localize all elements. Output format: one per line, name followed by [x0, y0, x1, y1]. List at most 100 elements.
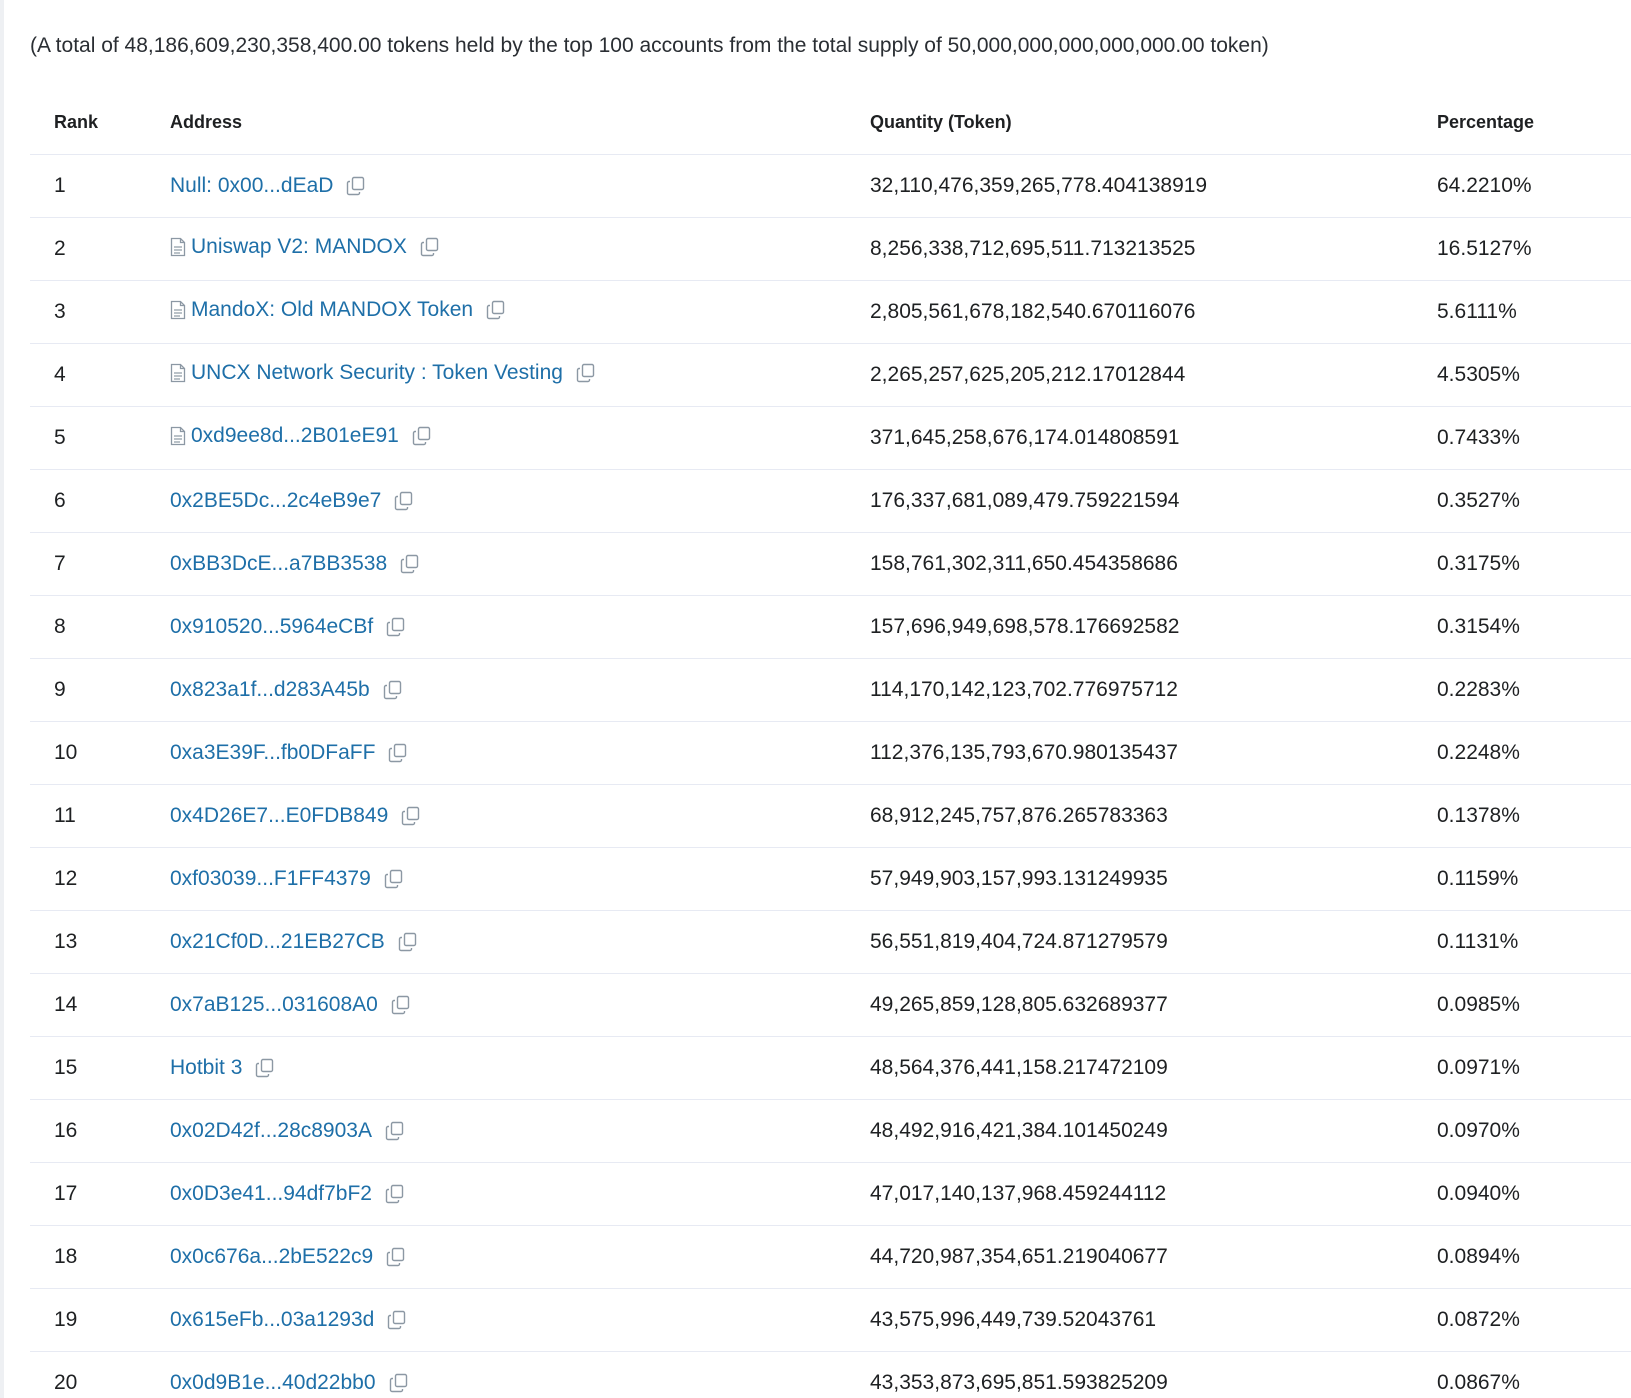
rank-cell: 1 — [30, 154, 170, 218]
copy-icon[interactable] — [575, 362, 597, 384]
copy-icon[interactable] — [390, 994, 412, 1016]
token-holders-page: (A total of 48,186,609,230,358,400.00 to… — [0, 0, 1631, 1398]
header-percentage: Percentage — [1437, 90, 1631, 155]
rank-cell: 15 — [30, 1036, 170, 1100]
quantity-cell: 48,564,376,441,158.217472109 — [870, 1036, 1437, 1100]
table-row: 9 0x823a1f...d283A45b 114,170,142,123,702.… — [30, 658, 1631, 722]
address-link[interactable]: 0x910520...5964eCBf — [170, 615, 373, 639]
table-row: 15 Hotbit 3 48,564,376,441,158.217472109 0.… — [30, 1036, 1631, 1100]
contract-file-icon — [170, 363, 186, 383]
address-cell-content: 0x4D26E7...E0FDB849 — [170, 804, 422, 828]
address-cell-content: 0xd9ee8d...2B01eE91 — [170, 424, 433, 448]
table-header-row: Rank Address Quantity (Token) Percentage — [30, 90, 1631, 155]
address-link[interactable]: 0x4D26E7...E0FDB849 — [170, 804, 388, 828]
address-cell-content: 0x0d9B1e...40d22bb0 — [170, 1371, 410, 1395]
address-cell: 0x615eFb...03a1293d — [170, 1288, 870, 1352]
copy-icon[interactable] — [384, 1120, 406, 1142]
rank-cell: 3 — [30, 280, 170, 344]
copy-icon[interactable] — [485, 299, 507, 321]
address-link[interactable]: 0x823a1f...d283A45b — [170, 678, 370, 702]
address-link[interactable]: 0x615eFb...03a1293d — [170, 1308, 374, 1332]
address-link[interactable]: 0x2BE5Dc...2c4eB9e7 — [170, 489, 381, 513]
copy-icon[interactable] — [254, 1057, 276, 1079]
address-cell: UNCX Network Security : Token Vesting — [170, 343, 870, 407]
copy-icon[interactable] — [382, 679, 404, 701]
address-cell: 0x0d9B1e...40d22bb0 — [170, 1351, 870, 1398]
copy-icon[interactable] — [383, 868, 405, 890]
address-link[interactable]: MandoX: Old MANDOX Token — [191, 298, 473, 322]
percentage-cell: 0.2283% — [1437, 658, 1631, 722]
table-row: 4 UNCX Network Security : Token Vesting 2,… — [30, 343, 1631, 407]
copy-icon[interactable] — [388, 1372, 410, 1394]
copy-icon[interactable] — [399, 553, 421, 575]
percentage-cell: 0.1131% — [1437, 910, 1631, 974]
contract-file-icon — [170, 300, 186, 320]
percentage-cell: 0.0872% — [1437, 1288, 1631, 1352]
address-cell-content: 0x7aB125...031608A0 — [170, 993, 412, 1017]
address-link[interactable]: 0x0d9B1e...40d22bb0 — [170, 1371, 376, 1395]
table-row: 11 0x4D26E7...E0FDB849 68,912,245,757,876.… — [30, 784, 1631, 848]
quantity-cell: 43,353,873,695,851.593825209 — [870, 1351, 1437, 1398]
copy-icon[interactable] — [400, 805, 422, 827]
address-link[interactable]: UNCX Network Security : Token Vesting — [191, 361, 563, 385]
address-cell-content: 0xBB3DcE...a7BB3538 — [170, 552, 421, 576]
address-link[interactable]: Hotbit 3 — [170, 1056, 242, 1080]
quantity-cell: 2,265,257,625,205,212.17012844 — [870, 343, 1437, 407]
quantity-cell: 114,170,142,123,702.776975712 — [870, 658, 1437, 722]
percentage-cell: 5.6111% — [1437, 280, 1631, 344]
address-link[interactable]: 0x02D42f...28c8903A — [170, 1119, 372, 1143]
percentage-cell: 0.0971% — [1437, 1036, 1631, 1100]
address-cell: 0xa3E39F...fb0DFaFF — [170, 721, 870, 785]
rank-cell: 7 — [30, 532, 170, 596]
quantity-cell: 44,720,987,354,651.219040677 — [870, 1225, 1437, 1289]
copy-icon[interactable] — [419, 236, 441, 258]
holders-table: Rank Address Quantity (Token) Percentage… — [30, 90, 1631, 1398]
address-link[interactable]: 0xd9ee8d...2B01eE91 — [191, 424, 399, 448]
contract-file-icon — [170, 237, 186, 257]
quantity-cell: 158,761,302,311,650.454358686 — [870, 532, 1437, 596]
quantity-cell: 43,575,996,449,739.52043761 — [870, 1288, 1437, 1352]
address-link[interactable]: Null: 0x00...dEaD — [170, 174, 333, 198]
rank-cell: 2 — [30, 217, 170, 281]
rank-cell: 8 — [30, 595, 170, 659]
holders-summary: (A total of 48,186,609,230,358,400.00 to… — [30, 34, 1269, 57]
copy-icon[interactable] — [386, 1309, 408, 1331]
copy-icon[interactable] — [385, 1246, 407, 1268]
quantity-cell: 112,376,135,793,670.980135437 — [870, 721, 1437, 785]
rank-cell: 10 — [30, 721, 170, 785]
copy-icon[interactable] — [411, 425, 433, 447]
address-link[interactable]: 0x7aB125...031608A0 — [170, 993, 378, 1017]
address-link[interactable]: Uniswap V2: MANDOX — [191, 235, 407, 259]
percentage-cell: 0.7433% — [1437, 406, 1631, 470]
address-link[interactable]: 0xf03039...F1FF4379 — [170, 867, 371, 891]
percentage-cell: 0.2248% — [1437, 721, 1631, 785]
table-row: 8 0x910520...5964eCBf 157,696,949,698,578.… — [30, 595, 1631, 659]
holders-table-body: 1 Null: 0x00...dEaD 32,110,476,359,265,778… — [30, 154, 1631, 1398]
address-cell-content: 0x21Cf0D...21EB27CB — [170, 930, 419, 954]
copy-icon[interactable] — [384, 1183, 406, 1205]
address-link[interactable]: 0xBB3DcE...a7BB3538 — [170, 552, 387, 576]
address-link[interactable]: 0x0D3e41...94df7bF2 — [170, 1182, 372, 1206]
contract-file-icon — [170, 426, 186, 446]
quantity-cell: 57,949,903,157,993.131249935 — [870, 847, 1437, 911]
percentage-cell: 64.2210% — [1437, 154, 1631, 218]
quantity-cell: 47,017,140,137,968.459244112 — [870, 1162, 1437, 1226]
address-link[interactable]: 0x21Cf0D...21EB27CB — [170, 930, 385, 954]
address-link[interactable]: 0xa3E39F...fb0DFaFF — [170, 741, 375, 765]
address-link[interactable]: 0x0c676a...2bE522c9 — [170, 1245, 373, 1269]
copy-icon[interactable] — [393, 490, 415, 512]
copy-icon[interactable] — [397, 931, 419, 953]
table-row: 1 Null: 0x00...dEaD 32,110,476,359,265,778… — [30, 154, 1631, 218]
copy-icon[interactable] — [345, 175, 367, 197]
rank-cell: 14 — [30, 973, 170, 1037]
table-row: 18 0x0c676a...2bE522c9 44,720,987,354,651.… — [30, 1225, 1631, 1289]
copy-icon[interactable] — [387, 742, 409, 764]
address-cell: 0x0D3e41...94df7bF2 — [170, 1162, 870, 1226]
address-cell-content: 0x0c676a...2bE522c9 — [170, 1245, 407, 1269]
copy-icon[interactable] — [385, 616, 407, 638]
rank-cell: 11 — [30, 784, 170, 848]
table-row: 2 Uniswap V2: MANDOX 8,256,338,712,695,511… — [30, 217, 1631, 281]
table-row: 5 0xd9ee8d...2B01eE91 371,645,258,676,174.… — [30, 406, 1631, 470]
address-cell-content: UNCX Network Security : Token Vesting — [170, 361, 597, 385]
address-cell-content: 0xa3E39F...fb0DFaFF — [170, 741, 409, 765]
